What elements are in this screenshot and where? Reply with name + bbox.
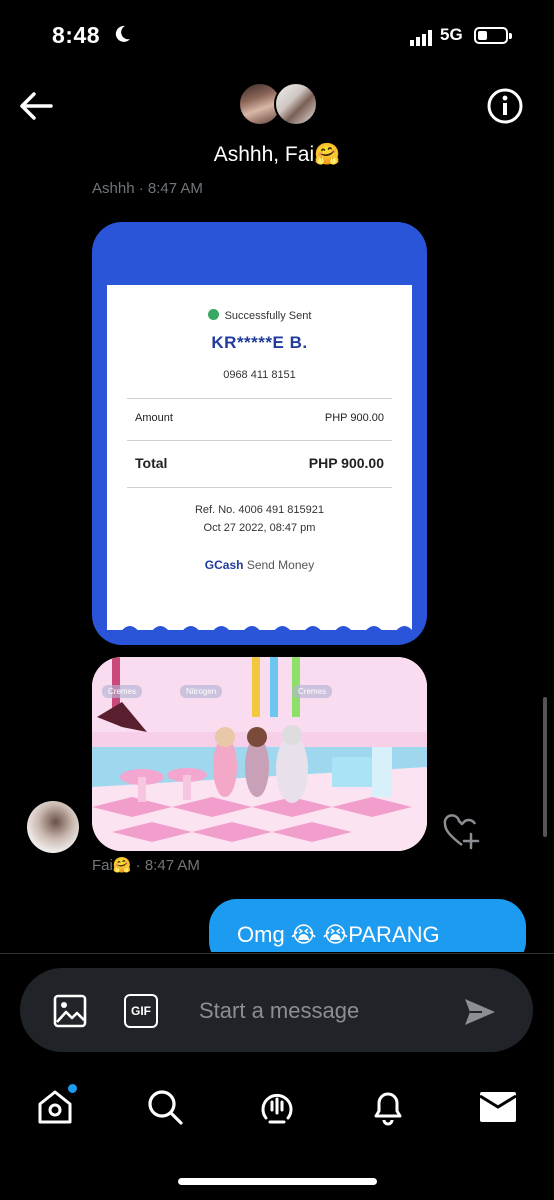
back-button[interactable]: [16, 86, 56, 126]
conversation-title[interactable]: Ashhh, Fai🤗: [0, 143, 554, 167]
scrollbar[interactable]: [543, 697, 547, 837]
moon-icon: [115, 25, 130, 42]
total-value: PHP 900.00: [308, 455, 384, 471]
receipt-status: Successfully Sent: [107, 309, 412, 322]
tab-messages[interactable]: [478, 1087, 518, 1127]
divider: [127, 440, 392, 441]
image-icon[interactable]: [52, 993, 88, 1029]
message-timestamp: Ashhh · 8:47 AM: [92, 180, 203, 197]
bell-icon: [374, 1092, 402, 1126]
tab-search[interactable]: [145, 1087, 185, 1127]
search-icon: [148, 1090, 183, 1125]
sender-avatar[interactable]: [27, 801, 79, 853]
receipt-ref: Ref. No. 4006 491 815921: [194, 504, 325, 516]
tab-notifications[interactable]: [368, 1087, 408, 1127]
add-reaction-icon[interactable]: [442, 812, 482, 852]
message-timestamp: Fai🤗 · 8:47 AM: [92, 857, 200, 874]
receipt-brand: GCash Send Money: [204, 558, 315, 572]
receipt-date: Oct 27 2022, 08:47 pm: [203, 522, 316, 534]
game-screenshot-image[interactable]: Cremes Nitrogen Cremes: [92, 657, 427, 851]
back-arrow-icon: [20, 92, 53, 120]
receipt-phone: 0968 411 8151: [223, 369, 296, 381]
message-input[interactable]: [199, 994, 439, 1028]
total-label: Total: [135, 455, 168, 471]
mail-icon: [479, 1092, 517, 1122]
status-time: 8:48: [52, 22, 101, 48]
receipt-recipient: KR*****E B.: [211, 333, 308, 352]
notification-dot: [66, 1082, 79, 1095]
info-icon[interactable]: [486, 87, 524, 125]
tab-spaces[interactable]: [257, 1087, 297, 1127]
game-label: Cremes: [292, 685, 333, 698]
game-label: Cremes: [102, 685, 143, 698]
network-label: 5G: [440, 25, 463, 44]
amount-value: PHP 900.00: [324, 412, 384, 424]
receipt-zigzag: [107, 626, 412, 640]
send-icon[interactable]: [462, 994, 498, 1030]
signal-icon: [410, 30, 432, 46]
receipt-image[interactable]: Successfully Sent KR*****E B. 0968 411 8…: [92, 222, 427, 645]
spaces-icon: [261, 1093, 293, 1124]
home-indicator: [178, 1178, 377, 1185]
battery-icon: [474, 27, 512, 44]
divider: [0, 953, 554, 954]
gif-button[interactable]: GIF: [124, 994, 158, 1028]
amount-label: Amount: [135, 412, 173, 424]
game-label: Nitrogen: [180, 685, 223, 698]
check-icon: [207, 309, 219, 320]
divider: [127, 398, 392, 399]
game-scene: [92, 657, 427, 851]
avatar-fai: [274, 82, 318, 126]
receipt-paper: Successfully Sent KR*****E B. 0968 411 8…: [107, 285, 412, 640]
divider: [127, 487, 392, 488]
